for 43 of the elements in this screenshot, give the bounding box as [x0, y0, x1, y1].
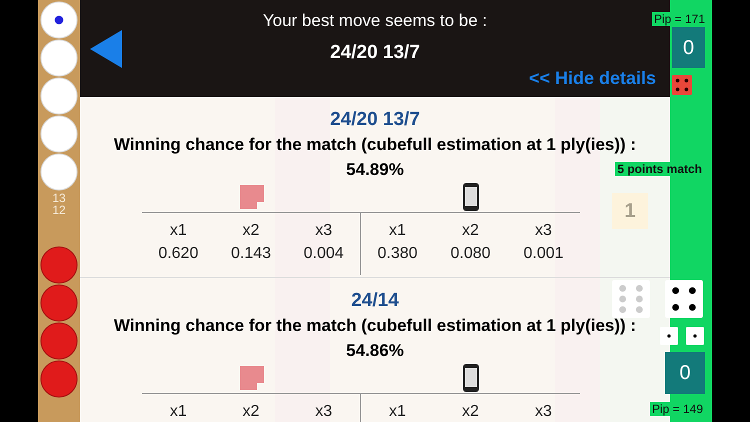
column-header: x3	[315, 402, 332, 422]
column-header: x2	[242, 402, 260, 422]
point-number: 12	[52, 204, 66, 216]
column-header: x1	[170, 221, 187, 241]
probability-value: 0.143	[230, 244, 272, 264]
probability-value: 0.620	[158, 244, 198, 264]
column-header: x1	[170, 402, 187, 422]
move-title: 24/14	[351, 289, 399, 313]
column-header: x1	[389, 221, 406, 241]
pip-count: Pip = 171	[652, 12, 707, 26]
winning-percent: 54.86%	[346, 340, 404, 362]
winning-percent: 54.89%	[346, 159, 404, 181]
score-box: 0	[672, 27, 705, 68]
score-box: 0	[665, 352, 705, 394]
column-header: x2	[242, 221, 260, 241]
phone-icon	[462, 364, 478, 392]
match-length: 5 points match	[615, 162, 704, 176]
die-icon	[672, 75, 692, 95]
pip-count: Pip = 149	[650, 402, 705, 416]
cube-icon	[240, 366, 264, 390]
column-header: x1	[389, 402, 406, 422]
cube-icon	[240, 185, 264, 209]
column-header: x3	[535, 221, 552, 241]
probability-value: 0.080	[450, 244, 491, 264]
hide-details-link[interactable]: << Hide details	[528, 67, 656, 89]
column-header: x3	[315, 221, 332, 241]
probability-value: 0.001	[523, 244, 564, 264]
best-move: 24/20 13/7	[330, 42, 420, 64]
die-icon	[686, 327, 704, 345]
column-header: x2	[462, 402, 479, 422]
doubling-cube: 1	[612, 193, 648, 229]
phone-icon	[462, 183, 478, 211]
move-title: 24/20 13/7	[330, 108, 420, 132]
column-header: x2	[462, 221, 479, 241]
back-button[interactable]	[90, 30, 122, 68]
point-number: 13	[52, 192, 66, 204]
winning-chance-label: Winning chance for the match (cubefull estimation at 1 ply(ies)) :	[114, 315, 636, 337]
probability-value: 0.380	[377, 244, 418, 264]
winning-chance-label: Winning chance for the match (cubefull estimation at 1 ply(ies)) :	[114, 134, 636, 156]
panel-title: Your best move seems to be :	[262, 10, 488, 32]
column-header: x3	[535, 402, 552, 422]
probability-value: 0.004	[304, 244, 344, 264]
die-icon	[612, 280, 650, 318]
